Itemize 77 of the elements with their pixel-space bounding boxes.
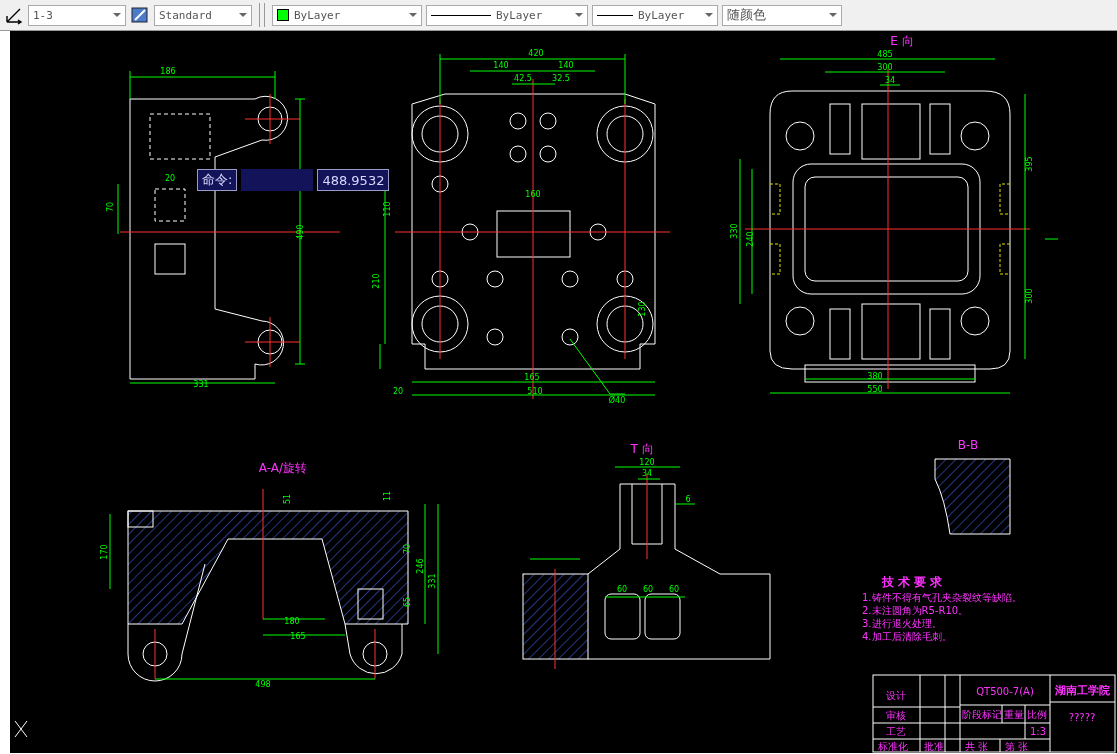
title-block-label: 共 张 bbox=[965, 741, 989, 752]
dimension-label: 498 bbox=[255, 680, 271, 689]
view-title: A-A/旋转 bbox=[258, 461, 308, 475]
title-block-label: 设计 bbox=[886, 690, 906, 701]
requirement-text: 4.加工后清除毛刺。 bbox=[862, 631, 952, 642]
dimension-label: 380 bbox=[867, 372, 883, 381]
dimension-label: 70 bbox=[403, 543, 412, 555]
title-block-label: 工艺 bbox=[886, 726, 906, 737]
linetype-dropdown[interactable]: ByLayer bbox=[426, 4, 588, 26]
part-code: QT500-7(A) bbox=[976, 686, 1034, 697]
title-block-label: 比例 bbox=[1027, 709, 1047, 720]
dimension-label: 34 bbox=[641, 469, 653, 478]
dimension-label: 165 bbox=[290, 632, 306, 641]
dimension-label: 246 bbox=[416, 558, 425, 574]
dimension-label: 20 bbox=[164, 174, 176, 183]
text-style-dropdown[interactable]: Standard bbox=[154, 4, 252, 26]
title-block-label: 标准化 bbox=[878, 741, 908, 752]
title-block-label: 批准 bbox=[924, 741, 944, 752]
dimension-style-dropdown[interactable]: 1-3 bbox=[28, 4, 126, 26]
color-dropdown[interactable]: ByLayer bbox=[272, 4, 422, 26]
dimension-label: 140 bbox=[493, 61, 509, 70]
dimension-label: 186 bbox=[160, 67, 176, 76]
dimension-label: 510 bbox=[527, 387, 543, 396]
dimension-label: 70 bbox=[106, 201, 115, 213]
dimension-label: 331 bbox=[428, 573, 437, 589]
dimension-label: 300 bbox=[877, 63, 893, 72]
dimension-label: 120 bbox=[639, 458, 655, 467]
dimension-label: 110 bbox=[383, 201, 392, 217]
dimension-label: 300 bbox=[1025, 288, 1034, 304]
dimension-label: 160 bbox=[525, 190, 541, 199]
dimension-label: 60 bbox=[616, 585, 628, 594]
dimension-label: Ø40 bbox=[608, 396, 626, 405]
dimension-label: 170 bbox=[100, 544, 109, 560]
lineweight-dropdown[interactable]: ByLayer bbox=[592, 4, 718, 26]
dimension-label: 60 bbox=[642, 585, 654, 594]
dimension-label: 51 bbox=[283, 493, 292, 505]
dimension-label: 140 bbox=[558, 61, 574, 70]
ucs-axis-icon bbox=[14, 720, 28, 738]
requirement-text: 2.未注圆角为R5-R10。 bbox=[862, 605, 969, 616]
school-name: 湖南工学院 bbox=[1054, 684, 1110, 697]
plot-style-dropdown[interactable]: 随颜色 bbox=[722, 4, 842, 26]
dimension-label: 42.5 bbox=[514, 74, 532, 83]
dimension-label: 395 bbox=[1025, 156, 1034, 172]
title-block-label: 第 张 bbox=[1005, 741, 1029, 752]
dimension-label: 485 bbox=[877, 50, 893, 59]
requirement-text: 3.进行退火处理。 bbox=[862, 618, 942, 629]
dimension-label: 34 bbox=[884, 76, 896, 85]
scale-value: 1:3 bbox=[1029, 726, 1047, 737]
command-input-field[interactable] bbox=[241, 169, 314, 191]
view-title: T 向 bbox=[630, 442, 654, 456]
dimension-label: 490 bbox=[296, 224, 305, 240]
drawing-name: ????? bbox=[1068, 712, 1096, 723]
dimension-label: 331 bbox=[193, 380, 209, 389]
dimension-label: 165 bbox=[524, 373, 540, 382]
view-title: B-B bbox=[957, 438, 979, 452]
dimension-label: 6 bbox=[685, 495, 691, 504]
text-style-icon[interactable] bbox=[130, 5, 150, 25]
dimension-label: 180 bbox=[284, 617, 300, 626]
dimension-label: 20 bbox=[392, 387, 404, 396]
dimension-label: 32.5 bbox=[552, 74, 570, 83]
command-prompt-label: 命令: bbox=[197, 169, 238, 191]
dimension-label: 240 bbox=[746, 231, 755, 247]
dimension-label: 130 bbox=[638, 301, 647, 317]
dimension-label: 65 bbox=[403, 596, 412, 608]
dynamic-input-value[interactable]: 488.9532 bbox=[317, 169, 390, 191]
title-block-label: 重量 bbox=[1004, 709, 1024, 720]
dimension-label: 60 bbox=[668, 585, 680, 594]
dimension-label: 210 bbox=[372, 273, 381, 289]
title-block-label: 审核 bbox=[886, 710, 906, 721]
dimension-label: 11 bbox=[383, 490, 392, 502]
title-block-label: 阶段标记 bbox=[962, 709, 1002, 720]
dimension-label: 420 bbox=[528, 49, 544, 58]
view-title: E 向 bbox=[890, 34, 914, 48]
requirements-title: 技 术 要 求 bbox=[881, 575, 943, 589]
requirement-text: 1.铸件不得有气孔夹杂裂纹等缺陷。 bbox=[862, 592, 1022, 603]
dimension-label: 330 bbox=[730, 223, 739, 239]
dimension-label: 550 bbox=[867, 385, 883, 394]
